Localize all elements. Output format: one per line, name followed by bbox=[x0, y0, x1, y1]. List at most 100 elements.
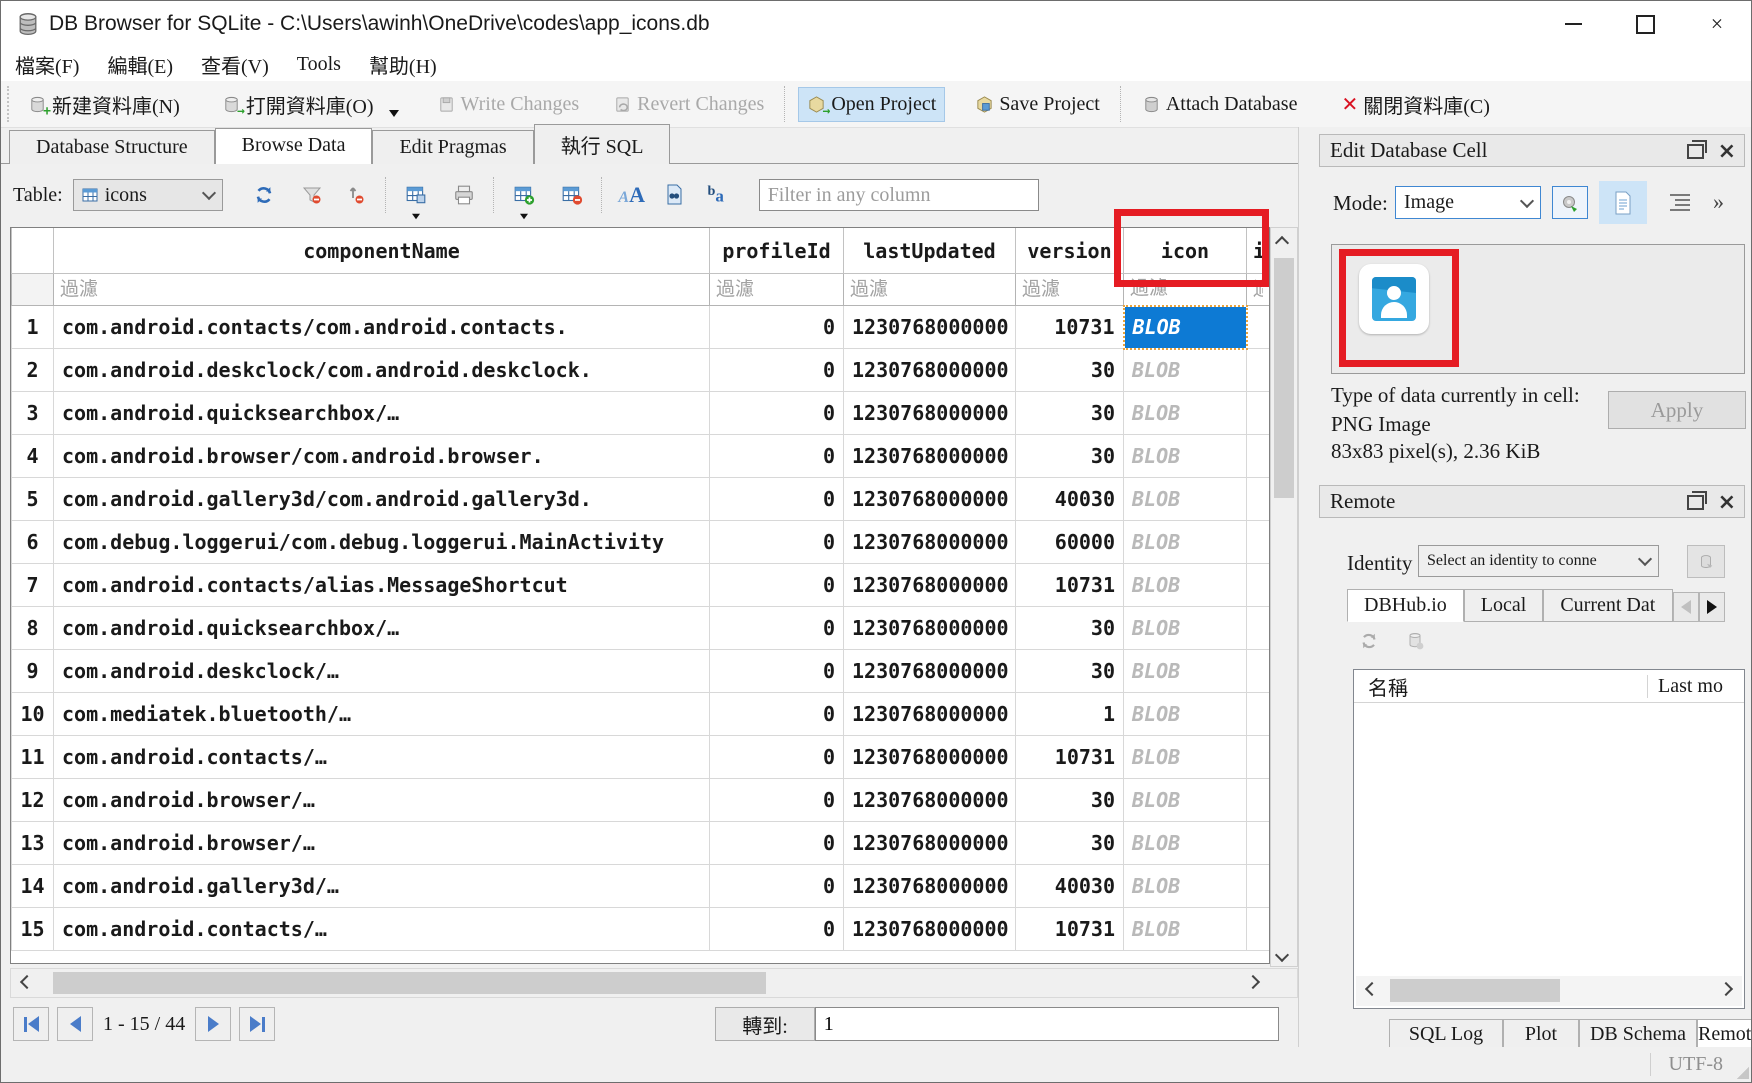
row-number[interactable]: 13 bbox=[12, 822, 54, 865]
cell-version[interactable]: 30 bbox=[1016, 650, 1124, 693]
apply-button[interactable]: Apply bbox=[1608, 391, 1746, 429]
cell-icon[interactable]: BLOB bbox=[1124, 607, 1247, 650]
cell-extra[interactable] bbox=[1247, 779, 1270, 822]
list-header-last-modified[interactable]: Last mo bbox=[1647, 675, 1744, 698]
scroll-left-icon[interactable] bbox=[1364, 984, 1377, 994]
corner-header[interactable] bbox=[12, 228, 54, 274]
tab-scroll-left-button[interactable] bbox=[1673, 592, 1699, 622]
cell-version[interactable]: 30 bbox=[1016, 779, 1124, 822]
open-database-button[interactable]: → 打開資料庫(O) bbox=[214, 85, 407, 124]
cell-extra[interactable] bbox=[1247, 435, 1270, 478]
next-record-button[interactable] bbox=[195, 1007, 231, 1041]
clone-database-icon[interactable] bbox=[1405, 631, 1425, 651]
new-database-button[interactable]: + 新建資料庫(N) bbox=[20, 85, 188, 124]
vertical-scroll-thumb[interactable] bbox=[1274, 258, 1294, 498]
column-header-componentName[interactable]: componentName bbox=[54, 228, 710, 274]
menu-view[interactable]: 查看(V) bbox=[187, 50, 283, 79]
menu-file[interactable]: 檔案(F) bbox=[1, 50, 93, 79]
close-panel-icon[interactable]: × bbox=[1718, 142, 1736, 162]
cell-profileId[interactable]: 0 bbox=[710, 650, 844, 693]
cell-lastUpdated[interactable]: 1230768000000 bbox=[844, 693, 1016, 736]
maximize-button[interactable] bbox=[1609, 1, 1681, 47]
cell-extra[interactable] bbox=[1247, 693, 1270, 736]
cell-icon[interactable]: BLOB bbox=[1124, 349, 1247, 392]
tab-execute-sql[interactable]: 執行 SQL bbox=[534, 124, 671, 164]
tab-dbhub[interactable]: DBHub.io bbox=[1347, 589, 1464, 622]
font-size-button[interactable]: ba bbox=[699, 178, 733, 212]
cell-profileId[interactable]: 0 bbox=[710, 306, 844, 349]
cell-lastUpdated[interactable]: 1230768000000 bbox=[844, 478, 1016, 521]
cell-icon[interactable]: BLOB bbox=[1124, 521, 1247, 564]
tab-sql-log[interactable]: SQL Log bbox=[1389, 1019, 1503, 1050]
goto-input[interactable] bbox=[815, 1007, 1279, 1041]
tab-plot[interactable]: Plot bbox=[1503, 1019, 1579, 1050]
table-select[interactable]: icons bbox=[73, 179, 223, 211]
cell-extra[interactable] bbox=[1247, 306, 1270, 349]
cell-profileId[interactable]: 0 bbox=[710, 822, 844, 865]
cell-profileId[interactable]: 0 bbox=[710, 435, 844, 478]
cell-profileId[interactable]: 0 bbox=[710, 564, 844, 607]
tab-remote[interactable]: Remote bbox=[1697, 1019, 1752, 1050]
cell-lastUpdated[interactable]: 1230768000000 bbox=[844, 306, 1016, 349]
minimize-button[interactable] bbox=[1537, 1, 1609, 47]
menu-tools[interactable]: Tools bbox=[283, 53, 355, 76]
cell-version[interactable]: 10731 bbox=[1016, 908, 1124, 951]
open-project-button[interactable]: → Open Project bbox=[798, 87, 945, 122]
cell-componentName[interactable]: com.android.browser/com.android.browser. bbox=[54, 435, 710, 478]
cell-version[interactable]: 10731 bbox=[1016, 564, 1124, 607]
cell-lastUpdated[interactable]: 1230768000000 bbox=[844, 435, 1016, 478]
cell-componentName[interactable]: com.android.browser/… bbox=[54, 779, 710, 822]
cell-profileId[interactable]: 0 bbox=[710, 736, 844, 779]
tab-database-structure[interactable]: Database Structure bbox=[9, 130, 215, 164]
horizontal-scroll-thumb[interactable] bbox=[1390, 979, 1560, 1002]
open-database-dropdown-icon[interactable] bbox=[389, 110, 399, 117]
scroll-left-icon[interactable] bbox=[19, 977, 32, 987]
cell-componentName[interactable]: com.android.deskclock/com.android.deskcl… bbox=[54, 349, 710, 392]
menu-help[interactable]: 幫助(H) bbox=[355, 50, 451, 79]
encoding-label[interactable]: UTF-8 bbox=[1650, 1053, 1723, 1076]
cell-lastUpdated[interactable]: 1230768000000 bbox=[844, 779, 1016, 822]
identity-settings-button[interactable] bbox=[1687, 545, 1725, 578]
row-number[interactable]: 6 bbox=[12, 521, 54, 564]
tab-local[interactable]: Local bbox=[1464, 589, 1544, 622]
close-panel-icon[interactable]: × bbox=[1718, 493, 1736, 513]
column-header-profileId[interactable]: profileId bbox=[710, 228, 844, 274]
insert-record-button[interactable] bbox=[507, 178, 541, 212]
tab-edit-pragmas[interactable]: Edit Pragmas bbox=[372, 130, 533, 164]
cell-profileId[interactable]: 0 bbox=[710, 607, 844, 650]
cell-lastUpdated[interactable]: 1230768000000 bbox=[844, 865, 1016, 908]
row-number[interactable]: 12 bbox=[12, 779, 54, 822]
save-project-button[interactable]: Save Project bbox=[967, 88, 1108, 121]
horizontal-scroll-thumb[interactable] bbox=[53, 972, 766, 994]
write-changes-button[interactable]: Write Changes bbox=[429, 88, 588, 121]
cell-icon[interactable]: BLOB bbox=[1124, 564, 1247, 607]
dropdown-icon[interactable] bbox=[412, 214, 420, 220]
attach-database-button[interactable]: Attach Database bbox=[1134, 88, 1306, 121]
cell-extra[interactable] bbox=[1247, 736, 1270, 779]
cell-componentName[interactable]: com.android.contacts/… bbox=[54, 736, 710, 779]
cell-componentName[interactable]: com.android.browser/… bbox=[54, 822, 710, 865]
cell-version[interactable]: 40030 bbox=[1016, 865, 1124, 908]
cell-version[interactable]: 60000 bbox=[1016, 521, 1124, 564]
dropdown-icon[interactable] bbox=[520, 214, 528, 220]
cell-version[interactable]: 1 bbox=[1016, 693, 1124, 736]
cell-lastUpdated[interactable]: 1230768000000 bbox=[844, 908, 1016, 951]
row-number[interactable]: 3 bbox=[12, 392, 54, 435]
float-panel-icon[interactable] bbox=[1687, 144, 1704, 159]
cell-extra[interactable] bbox=[1247, 822, 1270, 865]
cell-componentName[interactable]: com.android.contacts/alias.MessageShortc… bbox=[54, 564, 710, 607]
row-number[interactable]: 7 bbox=[12, 564, 54, 607]
cell-profileId[interactable]: 0 bbox=[710, 908, 844, 951]
save-results-button[interactable] bbox=[399, 178, 433, 212]
clear-filters-button[interactable] bbox=[295, 178, 329, 212]
row-number[interactable]: 11 bbox=[12, 736, 54, 779]
cell-version[interactable]: 30 bbox=[1016, 435, 1124, 478]
row-number[interactable]: 1 bbox=[12, 306, 54, 349]
cell-extra[interactable] bbox=[1247, 392, 1270, 435]
row-number[interactable]: 14 bbox=[12, 865, 54, 908]
cell-icon[interactable]: BLOB bbox=[1124, 392, 1247, 435]
cell-profileId[interactable]: 0 bbox=[710, 865, 844, 908]
cell-lastUpdated[interactable]: 1230768000000 bbox=[844, 521, 1016, 564]
first-record-button[interactable] bbox=[13, 1007, 49, 1041]
cell-lastUpdated[interactable]: 1230768000000 bbox=[844, 392, 1016, 435]
